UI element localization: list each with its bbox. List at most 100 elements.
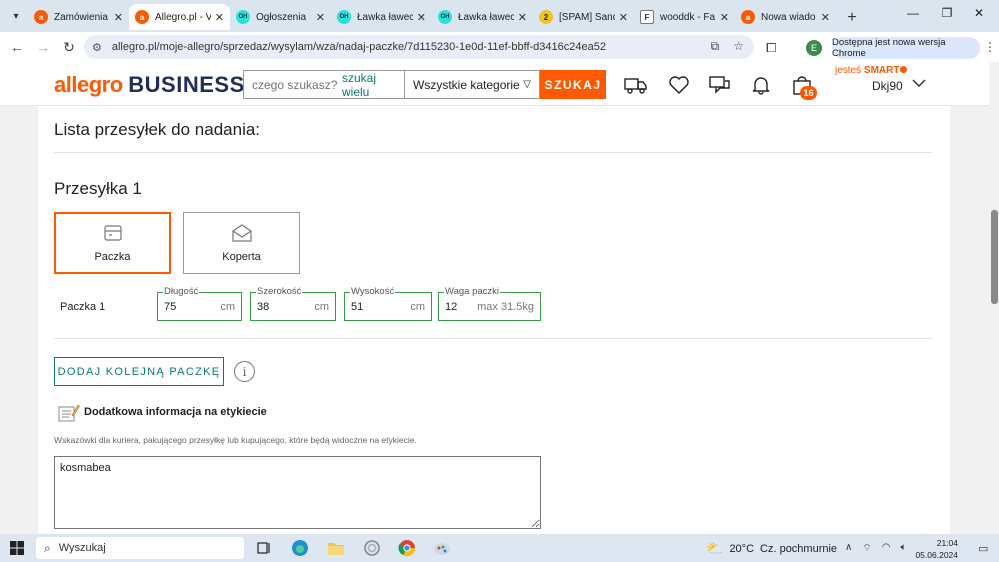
update-chrome-button[interactable]: Dostępna jest nowa wersja Chrome [832, 37, 980, 59]
heart-icon[interactable] [667, 74, 691, 96]
weather-widget[interactable]: ⛅ 20°C Cz. pochmurnie [706, 540, 837, 557]
taskbar-search-placeholder: Wyszukaj [58, 542, 106, 554]
close-tab-icon[interactable]: ✕ [215, 11, 224, 24]
shipment-form-panel: Lista przesyłek do nadania: Przesyłka 1 … [38, 106, 950, 534]
tab-wooddk[interactable]: F wooddk - Fa ✕ [634, 4, 735, 30]
search-many-link[interactable]: szukaj wielu [342, 71, 398, 99]
olx-favicon-icon: OH [236, 10, 250, 24]
close-tab-icon[interactable]: ✕ [417, 11, 426, 24]
field-label: Waga paczki [444, 286, 501, 297]
clock-time: 21:04 [936, 538, 958, 548]
messages-icon[interactable] [708, 74, 732, 96]
tab-nowa-wiadomosc[interactable]: a Nowa wiado ✕ [735, 4, 836, 30]
scrollbar-thumb[interactable] [991, 210, 998, 304]
site-header: allegro BUSINESS szukaj wielu Wszystkie … [0, 62, 989, 106]
field-label: Szerokość [256, 286, 303, 297]
bookmark-star-icon[interactable]: ☆ [733, 39, 744, 54]
divider [54, 338, 932, 339]
edge-icon[interactable] [290, 538, 310, 558]
type-label: Paczka [94, 251, 131, 263]
forward-button[interactable]: → [30, 34, 56, 60]
search-button[interactable]: SZUKAJ [540, 70, 606, 99]
tab-search-dropdown[interactable]: ▾ [4, 4, 28, 28]
allegro-favicon-icon: a [34, 10, 48, 24]
tab-title: Zamówienia [54, 11, 108, 23]
tab-title: Allegro.pl - V [155, 11, 211, 23]
search-input[interactable] [252, 77, 342, 92]
smart-status: jesteś SMART [835, 65, 908, 76]
clock-date: 05.06.2024 [915, 550, 958, 560]
tab-title: Ogłoszenia [256, 11, 307, 23]
field-value: 51 [351, 300, 364, 313]
windows-start-icon[interactable] [10, 541, 24, 560]
field-value: 12 [445, 300, 458, 313]
close-tab-icon[interactable]: ✕ [518, 11, 527, 24]
windows-taskbar: ⌕ Wyszukaj ⛅ 20°C Cz. pochmurnie ∧ ⌔ ◠ 🔈… [0, 534, 999, 562]
paint-icon[interactable] [432, 538, 452, 558]
extensions-icon[interactable]: ⧠ [766, 40, 776, 56]
weight-field[interactable]: Waga paczki 12 max 31.5kg [438, 286, 541, 321]
width-field[interactable]: Szerokość 38 cm [250, 286, 336, 321]
close-tab-icon[interactable]: ✕ [619, 11, 628, 24]
network-icon[interactable]: ⌔ [862, 542, 871, 555]
profile-avatar[interactable]: E [806, 40, 822, 56]
field-unit: max 31.5kg [477, 300, 534, 313]
olx-favicon-icon: OH [438, 10, 452, 24]
close-tab-icon[interactable]: ✕ [821, 11, 830, 24]
close-tab-icon[interactable]: ✕ [316, 11, 325, 24]
tab-spam[interactable]: 2 [SPAM] Sand ✕ [533, 4, 634, 30]
delivery-truck-icon[interactable] [624, 74, 648, 96]
close-tab-icon[interactable]: ✕ [720, 11, 729, 24]
close-window-button[interactable]: ✕ [964, 6, 994, 20]
type-paczka-option[interactable]: Paczka [54, 212, 171, 274]
back-button[interactable]: ← [4, 34, 30, 60]
address-bar-row: ← → ↻ ⚙ allegro.pl/moje-allegro/sprzedaz… [0, 32, 999, 62]
reload-button[interactable]: ↻ [56, 34, 82, 60]
cloud-sun-icon: ⛅ [706, 540, 724, 556]
allegro-favicon-icon: a [135, 10, 149, 24]
close-tab-icon[interactable]: ✕ [114, 11, 123, 24]
field-unit: cm [314, 300, 329, 313]
url-field[interactable]: ⚙ allegro.pl/moje-allegro/sprzedaz/wysyl… [84, 35, 754, 59]
tab-lawka-1[interactable]: OH Ławka ławec ✕ [331, 4, 432, 30]
tab-allegro-active[interactable]: a Allegro.pl - V ✕ [129, 4, 230, 30]
system-tray: ∧ ⌔ ◠ 🔈︎ [845, 542, 906, 555]
site-info-icon[interactable]: ⚙ [92, 41, 102, 54]
minimize-button[interactable]: — [898, 6, 928, 20]
allegro-business-logo[interactable]: allegro BUSINESS [54, 72, 245, 98]
chevron-down-icon[interactable] [912, 77, 926, 91]
task-view-icon[interactable] [254, 538, 274, 558]
menu-kebab-icon[interactable]: ⋮ [984, 40, 996, 54]
type-koperta-option[interactable]: Koperta [183, 212, 300, 274]
height-field[interactable]: Wysokość 51 cm [344, 286, 432, 321]
search-box: szukaj wielu [243, 70, 405, 99]
tab-lawka-2[interactable]: OH Ławka ławec ✕ [432, 4, 533, 30]
notifications-icon[interactable]: ▭ [978, 542, 988, 555]
file-explorer-icon[interactable] [326, 538, 346, 558]
wifi-icon[interactable]: ◠ [882, 542, 891, 555]
system-clock[interactable]: 21:04 05.06.2024 [912, 537, 958, 561]
chrome-icon[interactable] [397, 538, 417, 558]
bell-icon[interactable] [749, 74, 773, 96]
tab-zamowienia[interactable]: a Zamówienia ✕ [28, 4, 129, 30]
tab-title: Ławka ławec [458, 11, 514, 23]
page-title: Lista przesyłek do nadania: [54, 120, 261, 139]
info-icon[interactable]: i [234, 361, 255, 382]
volume-icon[interactable]: 🔈︎ [900, 542, 906, 555]
username[interactable]: Dkj90 [872, 79, 903, 93]
restore-button[interactable]: ❐ [932, 6, 962, 20]
length-field[interactable]: Długość 75 cm [157, 286, 242, 321]
field-value: 38 [257, 300, 270, 313]
install-app-icon[interactable]: ⧉ [711, 39, 720, 54]
chevron-up-icon[interactable]: ∧ [845, 542, 852, 555]
allegro-favicon-icon: a [741, 10, 755, 24]
tab-ogloszenia[interactable]: OH Ogłoszenia ✕ [230, 4, 331, 30]
page-scrollbar[interactable] [989, 62, 999, 534]
taskbar-search[interactable]: ⌕ Wyszukaj [36, 537, 244, 559]
tab-title: Nowa wiado [761, 11, 816, 23]
category-select[interactable]: Wszystkie kategorie ▽ [404, 70, 540, 99]
app-ring-icon[interactable] [362, 538, 382, 558]
add-package-button[interactable]: DODAJ KOLEJNĄ PACZKĘ [54, 357, 224, 386]
label-note-textarea[interactable]: kosmabea [54, 456, 541, 529]
new-tab-button[interactable]: + [840, 6, 864, 30]
